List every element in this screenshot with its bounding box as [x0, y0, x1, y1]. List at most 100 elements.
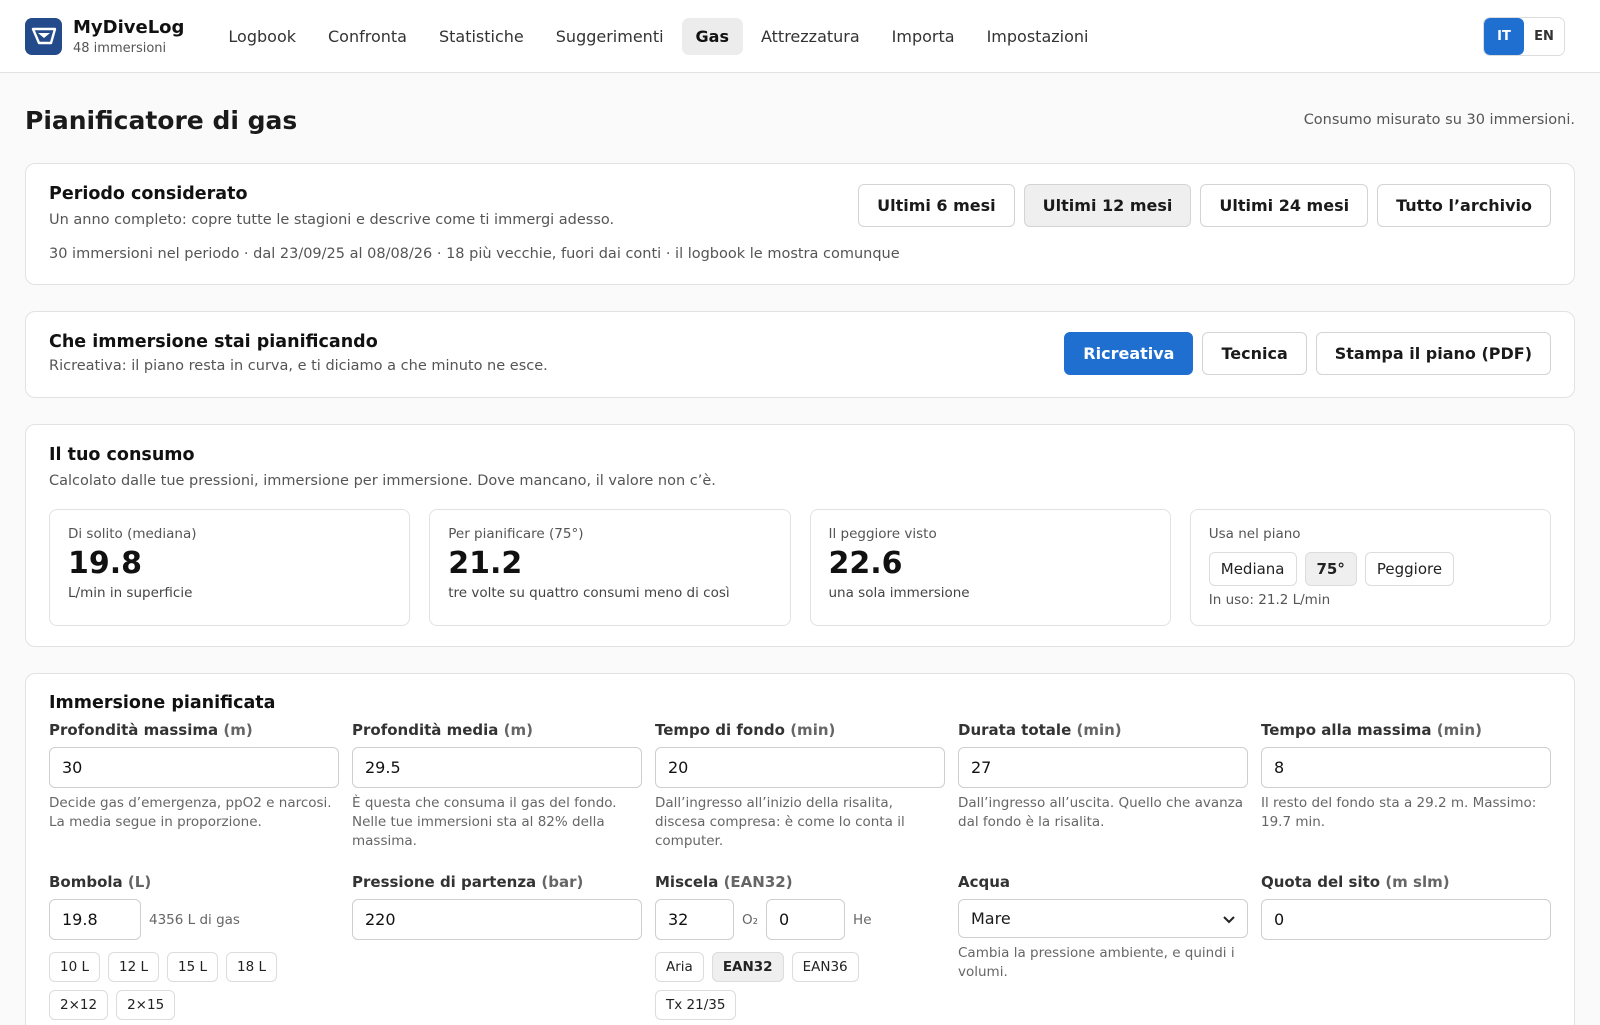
nav-importa[interactable]: Importa: [878, 18, 969, 55]
stat-p75: Per pianificare (75°) 21.2 tre volte su …: [429, 509, 791, 626]
altitude-input[interactable]: 0: [1261, 899, 1551, 940]
mix-preset-ean32[interactable]: EAN32: [711, 952, 784, 982]
consumption-subtitle: Calcolato dalle tue pressioni, immersion…: [49, 473, 716, 489]
period-6-months-button[interactable]: Ultimi 6 mesi: [858, 184, 1015, 227]
chevron-down-icon: [1223, 909, 1235, 928]
dive-type-subtitle: Ricreativa: il piano resta in curva, e t…: [49, 358, 548, 374]
print-plan-button[interactable]: Stampa il piano (PDF): [1315, 332, 1551, 375]
lang-en-button[interactable]: EN: [1524, 18, 1564, 55]
brand: MyDiveLog 48 immersioni: [73, 17, 184, 56]
nav-impostazioni[interactable]: Impostazioni: [973, 18, 1103, 55]
nav-gas[interactable]: Gas: [681, 17, 743, 55]
cylinder-field: Bombola (L) 19.8 4356 L di gas 10 L 12 L…: [49, 873, 339, 1020]
cylinder-preset-2x15[interactable]: 2×15: [116, 990, 176, 1020]
start-pressure-field: Pressione di partenza (bar) 220: [352, 873, 642, 1020]
he-label: He: [853, 911, 872, 928]
water-select[interactable]: Mare: [958, 899, 1248, 938]
avg-depth-label: Profondità media (m): [352, 721, 533, 739]
recreational-button[interactable]: Ricreativa: [1064, 332, 1194, 375]
cylinder-input[interactable]: 19.8: [49, 899, 141, 940]
period-12-months-button[interactable]: Ultimi 12 mesi: [1023, 184, 1192, 227]
mix-label: Miscela (EAN32): [655, 873, 793, 891]
time-at-max-input[interactable]: 8: [1261, 747, 1551, 788]
mix-preset-air[interactable]: Aria: [655, 952, 704, 982]
dive-type-text: Che immersione stai pianificando Ricreat…: [49, 332, 548, 374]
time-at-max-field: Tempo alla massima (min) 8 Il resto del …: [1261, 721, 1551, 851]
mix-preset-tx2135[interactable]: Tx 21/35: [655, 990, 737, 1020]
cylinder-label: Bombola (L): [49, 873, 152, 891]
dive-type-card: Che immersione stai pianificando Ricreat…: [25, 311, 1575, 398]
consumption-stats: Di solito (mediana) 19.8 L/min in superf…: [49, 509, 1551, 626]
page-title: Pianificatore di gas: [25, 105, 298, 135]
altitude-label: Quota del sito (m slm): [1261, 873, 1450, 891]
he-input[interactable]: 0: [766, 899, 846, 940]
period-all-button[interactable]: Tutto l’archivio: [1377, 184, 1551, 227]
mix-row: 32 O₂ 0 He: [655, 899, 945, 940]
technical-button[interactable]: Tecnica: [1202, 332, 1307, 375]
period-summary: 30 immersioni nel periodo · dal 23/09/25…: [49, 246, 900, 262]
use-median-button[interactable]: Mediana: [1208, 552, 1297, 586]
o2-input[interactable]: 32: [655, 899, 734, 940]
max-depth-input[interactable]: 30: [49, 747, 339, 788]
avg-depth-field: Profondità media (m) 29.5 È questa che c…: [352, 721, 642, 851]
language-switch: IT EN: [1483, 17, 1565, 56]
use-worst-button[interactable]: Peggiore: [1364, 552, 1455, 586]
cylinder-preset-18[interactable]: 18 L: [226, 952, 277, 982]
in-use-value: In uso: 21.2 L/min: [1208, 592, 1331, 608]
bottom-time-label: Tempo di fondo (min): [655, 721, 836, 739]
nav-attrezzatura[interactable]: Attrezzatura: [747, 18, 874, 55]
plan-grid: Profondità massima (m) 30 Decide gas d’e…: [49, 721, 1551, 1020]
stat-p75-value: 21.2: [448, 546, 523, 581]
max-depth-label: Profondità massima (m): [49, 721, 253, 739]
stat-median-label: Di solito (mediana): [68, 526, 197, 542]
dive-type-row: Che immersione stai pianificando Ricreat…: [49, 332, 1551, 375]
altitude-field: Quota del sito (m slm) 0: [1261, 873, 1551, 1020]
planned-dive-card: Immersione pianificata Profondità massim…: [25, 673, 1575, 1025]
stat-worst-label: Il peggiore visto: [828, 526, 937, 542]
nav-statistiche[interactable]: Statistiche: [425, 18, 538, 55]
max-depth-field: Profondità massima (m) 30 Decide gas d’e…: [49, 721, 339, 851]
main-nav: Logbook Confronta Statistiche Suggerimen…: [214, 17, 1103, 55]
total-time-input[interactable]: 27: [958, 747, 1248, 788]
nav-suggerimenti[interactable]: Suggerimenti: [542, 18, 678, 55]
period-title: Periodo considerato: [49, 184, 248, 204]
nav-confronta[interactable]: Confronta: [314, 18, 421, 55]
bottom-time-help: Dall’ingresso all’inizio della risalita,…: [655, 795, 905, 849]
cylinder-preset-10[interactable]: 10 L: [49, 952, 100, 982]
cylinder-preset-2x12[interactable]: 2×12: [49, 990, 109, 1020]
use-p75-button[interactable]: 75°: [1304, 552, 1357, 586]
mix-preset-ean36[interactable]: EAN36: [791, 952, 859, 982]
nav-logbook[interactable]: Logbook: [214, 18, 310, 55]
app-logo-icon[interactable]: [25, 17, 62, 55]
dive-count: 48 immersioni: [73, 40, 167, 56]
mix-presets: Aria EAN32 EAN36 Tx 21/35: [655, 952, 945, 1020]
cylinder-gas-note: 4356 L di gas: [149, 911, 240, 928]
period-card: Periodo considerato Un anno completo: co…: [25, 163, 1575, 285]
dive-type-options: Ricreativa Tecnica Stampa il piano (PDF): [1064, 332, 1551, 375]
period-options: Ultimi 6 mesi Ultimi 12 mesi Ultimi 24 m…: [858, 184, 1551, 227]
stat-p75-label: Per pianificare (75°): [448, 526, 584, 542]
period-text: Periodo considerato Un anno completo: co…: [49, 184, 614, 228]
start-pressure-label: Pressione di partenza (bar): [352, 873, 584, 891]
period-24-months-button[interactable]: Ultimi 24 mesi: [1200, 184, 1369, 227]
lang-it-button[interactable]: IT: [1484, 18, 1524, 55]
stat-median-value: 19.8: [68, 546, 143, 581]
dive-type-title: Che immersione stai pianificando: [49, 332, 378, 352]
start-pressure-input[interactable]: 220: [352, 899, 642, 940]
avg-depth-input[interactable]: 29.5: [352, 747, 642, 788]
time-at-max-help: Il resto del fondo sta a 29.2 m. Massimo…: [1261, 795, 1537, 830]
app-name: MyDiveLog: [73, 16, 185, 38]
stat-worst-value: 22.6: [828, 546, 903, 581]
total-time-help: Dall’ingresso all’uscita. Quello che ava…: [958, 795, 1244, 830]
period-header: Periodo considerato Un anno completo: co…: [49, 184, 1551, 228]
max-depth-help: Decide gas d’emergenza, ppO2 e narcosi. …: [49, 795, 332, 830]
cylinder-preset-15[interactable]: 15 L: [167, 952, 218, 982]
cylinder-preset-12[interactable]: 12 L: [108, 952, 159, 982]
planned-dive-title: Immersione pianificata: [49, 693, 276, 713]
water-select-value: Mare: [971, 909, 1011, 928]
page-header: Pianificatore di gas Consumo misurato su…: [25, 73, 1575, 163]
bottom-time-input[interactable]: 20: [655, 747, 945, 788]
total-time-label: Durata totale (min): [958, 721, 1122, 739]
water-help: Cambia la pressione ambiente, e quindi i…: [958, 945, 1235, 980]
consumption-title: Il tuo consumo: [49, 445, 195, 465]
